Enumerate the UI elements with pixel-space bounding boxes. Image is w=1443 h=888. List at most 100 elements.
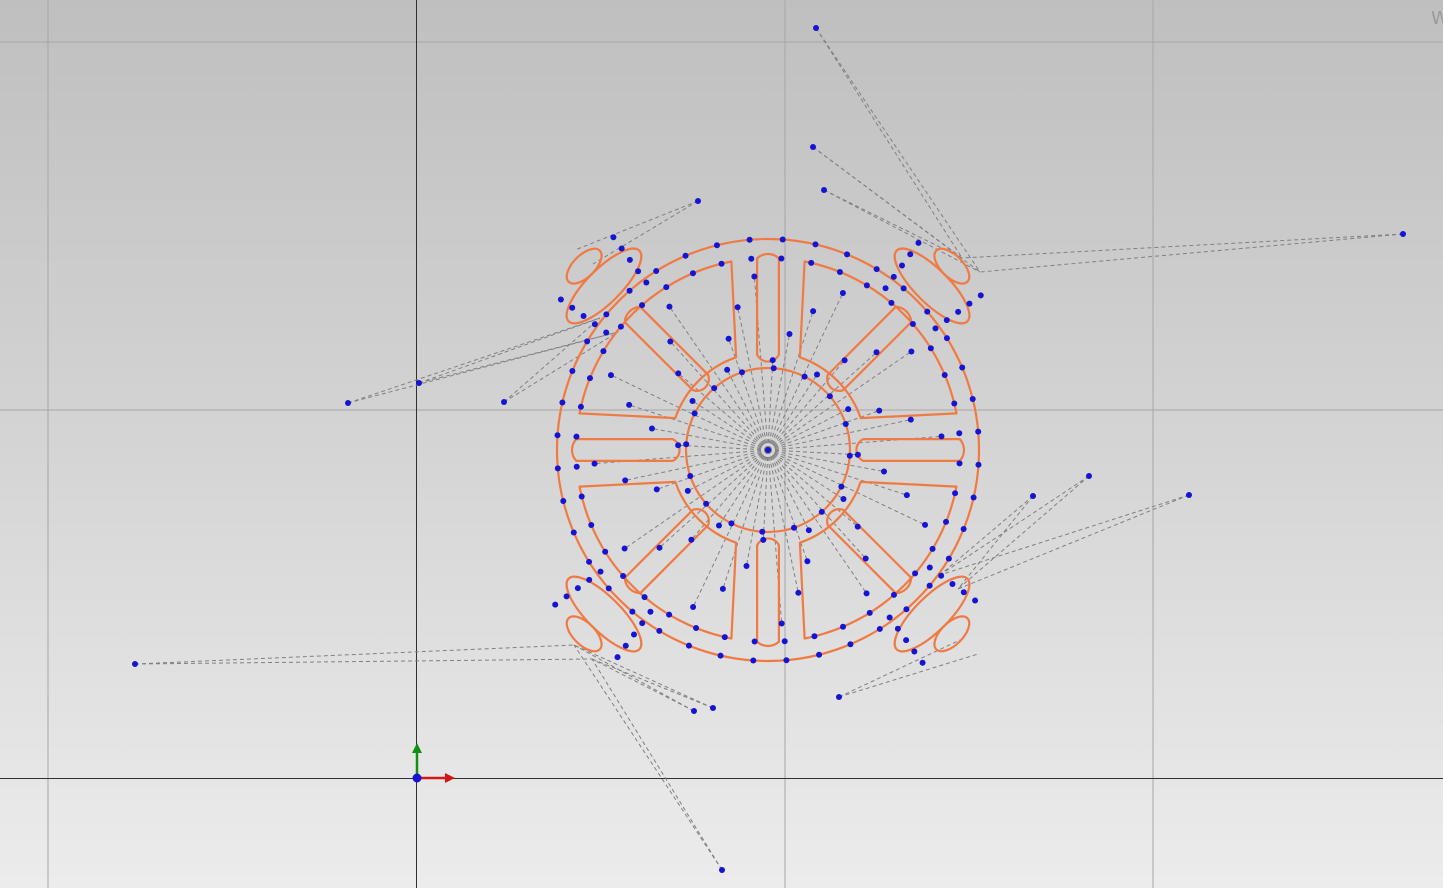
grid-lines bbox=[0, 0, 1443, 888]
control-point bbox=[959, 364, 966, 371]
control-point bbox=[603, 329, 610, 336]
control-point bbox=[862, 555, 869, 562]
control-point bbox=[890, 591, 897, 598]
control-point bbox=[881, 468, 888, 475]
spoke-window bbox=[578, 260, 738, 420]
control-polygon-line bbox=[591, 658, 714, 709]
control-point bbox=[813, 25, 819, 31]
control-point bbox=[816, 651, 823, 658]
control-point bbox=[586, 576, 593, 583]
control-point bbox=[602, 548, 609, 555]
control-point bbox=[653, 486, 660, 493]
control-point bbox=[635, 268, 642, 275]
control-point bbox=[765, 447, 771, 453]
control-point bbox=[557, 296, 564, 303]
control-point bbox=[663, 284, 670, 291]
control-point bbox=[580, 312, 587, 319]
radial-construction-line bbox=[656, 449, 769, 490]
control-point bbox=[769, 357, 776, 364]
control-point bbox=[821, 187, 827, 193]
control-point bbox=[621, 545, 628, 552]
control-point bbox=[688, 536, 695, 543]
control-point bbox=[724, 366, 731, 373]
control-point bbox=[941, 371, 948, 378]
control-polygon-line bbox=[591, 658, 695, 712]
control-point bbox=[630, 631, 637, 638]
control-point bbox=[610, 234, 617, 241]
control-point bbox=[932, 325, 939, 332]
control-point bbox=[903, 492, 910, 499]
control-point bbox=[966, 300, 973, 307]
cad-viewport[interactable]: W bbox=[0, 0, 1443, 888]
control-polygon-line bbox=[815, 27, 981, 273]
control-point bbox=[778, 255, 785, 262]
control-point bbox=[656, 627, 663, 634]
sketch-canvas[interactable] bbox=[0, 0, 1443, 888]
control-point bbox=[919, 659, 926, 666]
control-point bbox=[622, 477, 629, 484]
control-point bbox=[863, 590, 870, 597]
control-point bbox=[846, 452, 853, 459]
control-point bbox=[584, 338, 591, 345]
control-points[interactable] bbox=[132, 25, 1406, 873]
control-point bbox=[783, 657, 790, 664]
control-polygon-line bbox=[957, 494, 1190, 590]
control-point bbox=[574, 585, 581, 592]
control-point bbox=[591, 321, 598, 328]
radial-slot bbox=[570, 438, 681, 462]
radial-slot bbox=[826, 508, 913, 595]
control-point bbox=[718, 260, 725, 267]
control-point bbox=[876, 407, 883, 414]
control-point bbox=[826, 393, 833, 400]
main-axes bbox=[0, 0, 1443, 888]
control-polygon-line bbox=[939, 495, 1034, 576]
control-point bbox=[844, 251, 851, 258]
control-point bbox=[691, 708, 697, 714]
control-point bbox=[924, 308, 931, 315]
control-point bbox=[603, 311, 610, 318]
control-point bbox=[600, 348, 607, 355]
control-point bbox=[554, 432, 561, 439]
y-axis-arrow-head bbox=[412, 743, 422, 753]
control-polygon-line bbox=[838, 639, 961, 698]
control-point bbox=[689, 397, 696, 404]
spoke-window bbox=[578, 480, 738, 640]
control-polygon-line bbox=[979, 233, 1404, 273]
control-polygon-line bbox=[503, 331, 619, 403]
control-point bbox=[643, 279, 650, 286]
control-point bbox=[717, 652, 724, 659]
control-point bbox=[695, 198, 701, 204]
control-point bbox=[949, 581, 956, 588]
control-point bbox=[840, 623, 847, 630]
control-point bbox=[890, 273, 897, 280]
control-point bbox=[873, 266, 880, 273]
control-point bbox=[620, 572, 627, 579]
control-point bbox=[554, 465, 561, 472]
spoke-window bbox=[798, 260, 958, 420]
control-point bbox=[882, 285, 889, 292]
radial-slot bbox=[855, 438, 966, 462]
control-point bbox=[795, 589, 802, 596]
control-point bbox=[838, 483, 845, 490]
control-point bbox=[648, 425, 655, 432]
control-point bbox=[759, 528, 766, 535]
corner-lobe bbox=[565, 575, 643, 653]
control-point bbox=[847, 641, 854, 648]
control-point bbox=[888, 299, 895, 306]
control-point bbox=[719, 585, 726, 592]
control-point bbox=[685, 642, 692, 649]
control-point bbox=[810, 144, 816, 150]
control-point bbox=[791, 524, 798, 531]
radial-slot bbox=[756, 537, 780, 648]
control-point bbox=[955, 308, 962, 315]
control-point bbox=[690, 604, 697, 611]
control-point bbox=[693, 625, 700, 632]
control-point bbox=[927, 345, 934, 352]
control-point bbox=[952, 490, 959, 497]
control-point bbox=[748, 255, 755, 262]
control-point bbox=[570, 529, 577, 536]
control-point bbox=[647, 608, 654, 615]
control-point bbox=[586, 558, 593, 565]
view-cube-label[interactable]: W bbox=[1431, 8, 1443, 29]
control-point bbox=[738, 369, 745, 376]
